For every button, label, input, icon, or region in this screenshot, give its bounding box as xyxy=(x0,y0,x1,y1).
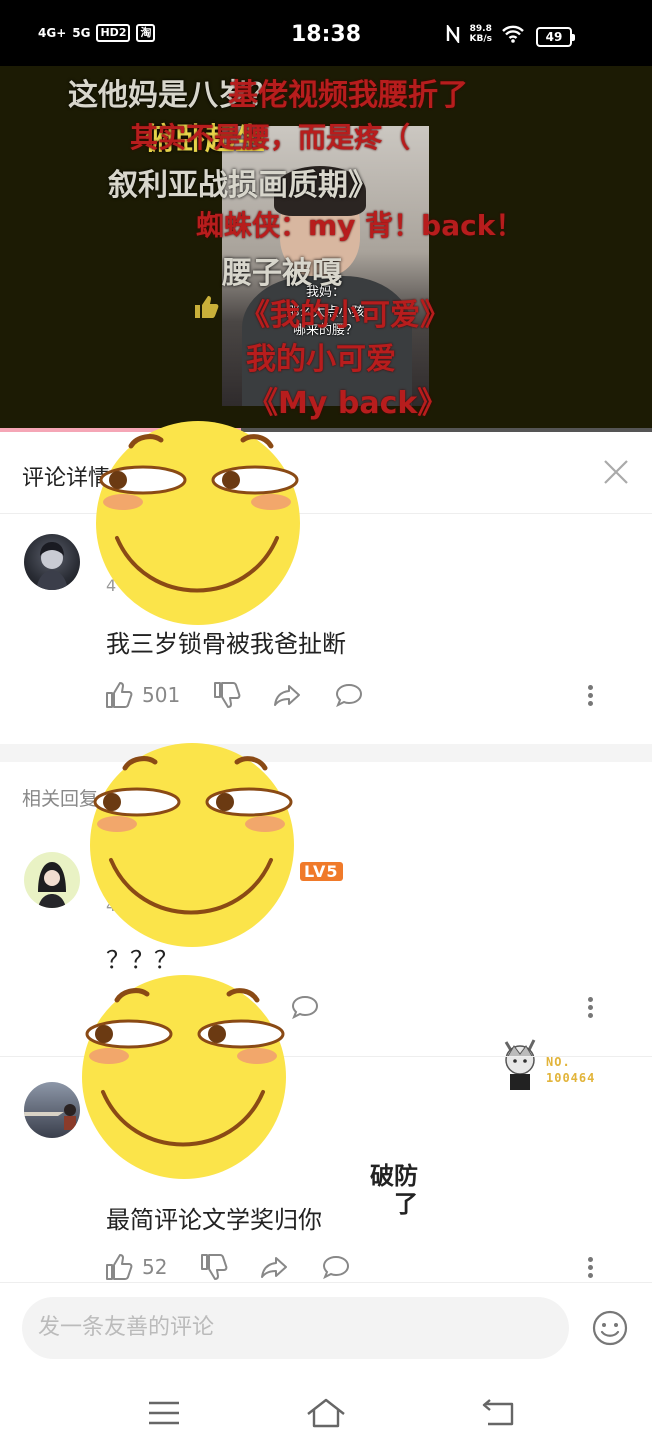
more-options-icon[interactable] xyxy=(588,994,594,1021)
smirk-emoji-icon xyxy=(96,421,300,625)
avatar[interactable] xyxy=(24,1082,80,1138)
avatar-figure xyxy=(24,1104,76,1130)
user-level-badge: LV5 xyxy=(300,862,343,881)
smirk-emoji-icon xyxy=(82,975,286,1179)
close-icon[interactable] xyxy=(602,458,630,486)
danmu-comment: 其实不是腰，而是疼（ xyxy=(130,121,411,154)
comment-actions: 501 xyxy=(104,680,364,710)
danmu-comment: 《我的小可爱》 xyxy=(240,298,450,333)
share-icon[interactable] xyxy=(272,680,302,710)
more-options-icon[interactable] xyxy=(588,682,594,709)
system-nav-bar xyxy=(0,1376,652,1449)
comment-input-bar: 发一条友善的评论 xyxy=(0,1282,652,1376)
thumb-down-icon[interactable] xyxy=(199,1252,229,1282)
comment-input[interactable]: 发一条友善的评论 xyxy=(22,1297,569,1359)
net-speed-unit: KB/s xyxy=(469,34,492,44)
battery-indicator: 49 xyxy=(536,27,575,47)
smirk-emoji-icon xyxy=(90,743,294,947)
back-icon[interactable] xyxy=(478,1396,518,1430)
avatar-figure xyxy=(38,862,66,908)
danmu-comment: 我的小可爱 xyxy=(246,342,396,377)
share-icon[interactable] xyxy=(259,1252,289,1282)
more-options-icon[interactable] xyxy=(588,1254,594,1281)
net-speed-value: 89.8 xyxy=(469,24,492,34)
reply-icon[interactable] xyxy=(321,1252,351,1282)
status-bar: 4G+ 5G HD2 淘 18:38 89.8 KB/s 49 xyxy=(0,0,652,66)
danmu-comment: 《My back》 xyxy=(248,386,448,421)
avatar-figure xyxy=(36,542,68,590)
net-speed: 89.8 KB/s xyxy=(470,24,492,44)
emoji-picker-icon[interactable] xyxy=(592,1310,628,1346)
thumb-up-icon xyxy=(106,682,133,708)
reply-icon[interactable] xyxy=(290,992,320,1022)
comment-actions: 52 xyxy=(104,1252,351,1282)
like-count: 52 xyxy=(142,1255,168,1279)
reply-icon[interactable] xyxy=(334,680,364,710)
danmu-comment: 蜘蛛侠：my 背！back！ xyxy=(196,209,524,242)
avatar[interactable] xyxy=(24,852,80,908)
menu-icon[interactable] xyxy=(144,1396,184,1430)
avatar[interactable] xyxy=(24,534,80,590)
danmu-comment: 腰子被嘎 xyxy=(222,256,342,291)
home-icon[interactable] xyxy=(306,1396,346,1430)
nfc-icon xyxy=(446,25,459,43)
like-count: 501 xyxy=(142,683,181,707)
video-player[interactable]: 我妈： 那么大点小孩 哪来的腰？ 这他妈是八岁？ 基佬视频我腰折了 俯卧起坐 其… xyxy=(0,66,652,432)
comment-text[interactable]: 我三岁锁骨被我爸扯断 xyxy=(106,624,346,659)
like-button[interactable]: 52 xyxy=(104,1252,167,1282)
like-button[interactable]: 501 xyxy=(104,680,180,710)
danmu-comment: 叙利亚战损画质期》 xyxy=(108,168,378,203)
danmu-comment: 基佬视频我腰折了 xyxy=(228,78,468,113)
thumb-up-icon xyxy=(195,296,219,318)
thumb-down-icon[interactable] xyxy=(212,680,242,710)
wifi-icon xyxy=(502,25,524,43)
status-right: 89.8 KB/s xyxy=(446,24,524,44)
sticker-text: 破防了 xyxy=(370,1162,418,1218)
comment-text[interactable]: 最简评论文学奖归你 xyxy=(106,1200,322,1235)
pofang-sticker: 破防了 xyxy=(356,1162,418,1226)
thumb-up-icon xyxy=(106,1254,133,1280)
